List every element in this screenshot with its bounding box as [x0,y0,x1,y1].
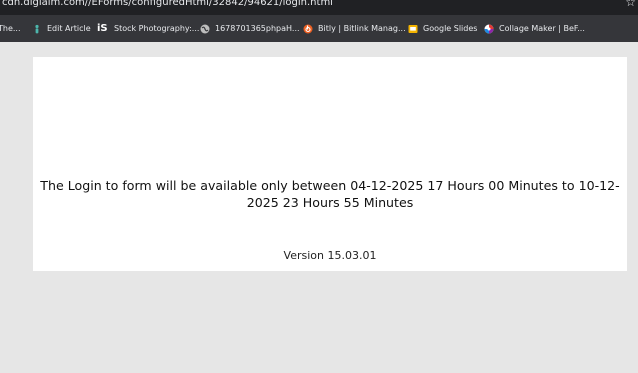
browser-address-bar[interactable]: cdn.digialm.com//EForms/configuredHtml/3… [0,0,638,15]
availability-message-block: The Login to form will be available only… [33,177,627,211]
bookmark-label: Collage Maker | BeF... [499,24,585,33]
bookmark-item[interactable]: Collage Maker | BeF... [484,22,585,36]
star-outline-icon[interactable]: ☆ [625,0,636,8]
google-slides-icon [408,24,418,34]
globe-icon [200,24,210,34]
bookmark-item[interactable]: iS Stock Photography:... [97,22,199,36]
bookmark-item[interactable]: The... [0,22,21,36]
bookmark-label: Google Slides [423,24,478,33]
url-text[interactable]: cdn.digialm.com//EForms/configuredHtml/3… [2,0,333,8]
wiki-person-icon [32,24,42,34]
bookmarks-bar: The... Edit Article iS Stock Photography… [0,15,638,42]
bookmark-label: The... [0,24,21,33]
bookmark-item[interactable]: Edit Article [32,22,91,36]
bookmark-label: Edit Article [47,24,91,33]
bitly-icon [303,24,313,34]
bookmark-label: 1678701365phpaH... [215,24,300,33]
login-notice-card: The Login to form will be available only… [33,57,627,271]
bookmark-label: Stock Photography:... [114,24,200,33]
bookmark-item[interactable]: Google Slides [408,22,477,36]
bookmark-item[interactable]: Bitly | Bitlink Manag... [303,22,406,36]
befunky-icon [484,24,494,34]
version-label: Version 15.03.01 [283,249,377,262]
availability-message: The Login to form will be available only… [40,178,620,210]
bookmark-label: Bitly | Bitlink Manag... [318,24,406,33]
istock-icon: iS [97,23,108,34]
bookmark-item[interactable]: 1678701365phpaH... [200,22,300,36]
